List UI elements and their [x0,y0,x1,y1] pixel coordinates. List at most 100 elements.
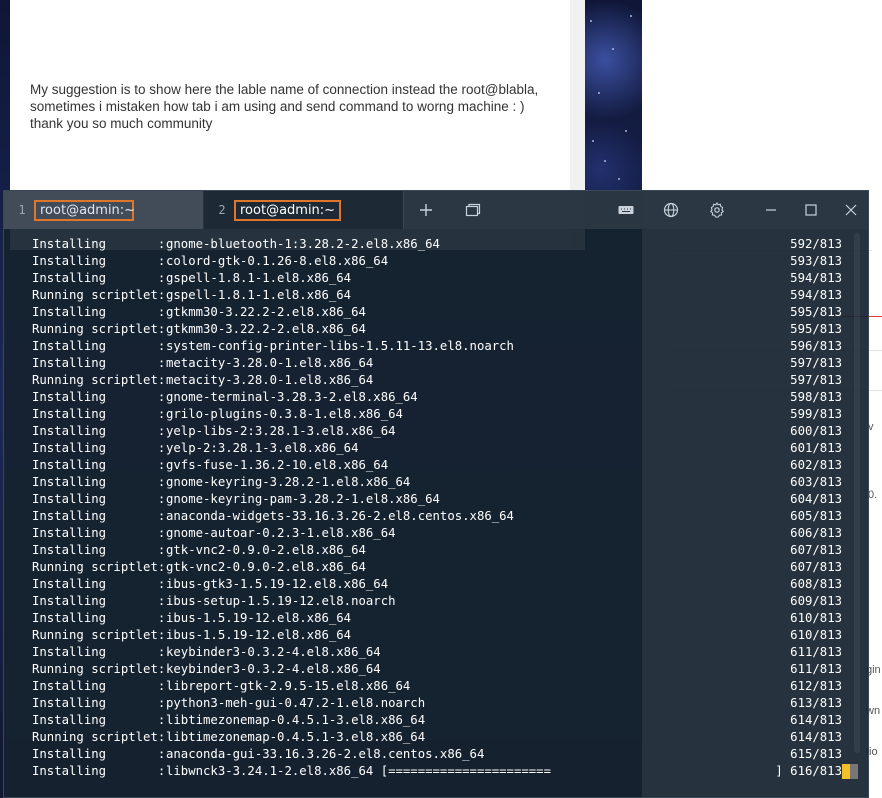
terminal-package: ibus-1.5.19-12.el8.x86_64 [166,628,352,642]
terminal-action: Installing : [32,696,166,710]
terminal-progress-count: 595/813 [790,322,842,336]
terminal-action: Installing : [32,390,166,404]
terminal-line: Installing : ibus-1.5.19-12.el8.x86_64 610… [32,610,842,627]
terminal-action: Installing : [32,475,166,489]
terminal-package: gnome-autoar-0.2.3-1.el8.x86_64 [166,526,396,540]
star [590,20,592,22]
terminal-action: Installing : [32,492,166,506]
terminal-action: Installing : [32,764,166,778]
terminal-progress-count: 592/813 [790,237,842,251]
terminal-package: ibus-gtk3-1.5.19-12.el8.x86_64 [166,577,389,591]
terminal-scrollbar[interactable] [854,233,860,753]
terminal-progress-count: 599/813 [790,407,842,421]
terminal-action: Installing : [32,679,166,693]
star [612,48,614,50]
terminal-package: gtkmm30-3.22.2-2.el8.x86_64 [166,305,366,319]
terminal-progress-count: 604/813 [790,492,842,506]
star [630,15,632,17]
terminal-package: gnome-bluetooth-1:3.28.2-2.el8.x86_64 [166,237,440,251]
terminal-progress-count: 613/813 [790,696,842,710]
terminal-tab-1[interactable]: 1 root@admin:~ [4,191,204,229]
star [625,130,627,132]
duplicate-tab-button[interactable] [456,191,490,229]
terminal-line: Installing : libreport-gtk-2.9.5-15.el8.x… [32,678,842,695]
terminal-progress-count: 594/813 [790,271,842,285]
tab-title: root@admin:~ [34,199,135,221]
close-button[interactable] [834,191,868,229]
terminal-line: Installing : gnome-keyring-pam-3.28.2-1.e… [32,491,842,508]
terminal-output[interactable]: Installing : gnome-bluetooth-1:3.28.2-2.e… [4,229,868,797]
terminal-progress-count: 610/813 [790,611,842,625]
forum-text-line: My suggestion is to show here the lable … [30,82,539,97]
terminal-action: Installing : [32,458,166,472]
terminal-action: Installing : [32,611,166,625]
star [598,92,600,94]
maximize-button[interactable] [794,191,828,229]
terminal-package: gtk-vnc2-0.9.0-2.el8.x86_64 [166,560,366,574]
terminal-package: keybinder3-0.3.2-4.el8.x86_64 [166,645,381,659]
terminal-progress-count: 593/813 [790,254,842,268]
terminal-line: Installing : metacity-3.28.0-1.el8.x86_64… [32,355,842,372]
terminal-tab-2[interactable]: 2 root@admin:~ [204,191,404,229]
terminal-line: Installing : libtimezonemap-0.4.5.1-3.el8… [32,712,842,729]
terminal-progress-count: 608/813 [790,577,842,591]
tab-title: root@admin:~ [234,199,342,221]
star [618,178,620,180]
terminal-package: gvfs-fuse-1.36.2-10.el8.x86_64 [166,458,389,472]
globe-button[interactable] [654,191,688,229]
terminal-progress-count: 597/813 [790,356,842,370]
keyboard-button[interactable] [609,191,643,229]
terminal-action: Installing : [32,339,166,353]
terminal-progress-count: 611/813 [790,662,842,676]
terminal-package: yelp-2:3.28.1-3.el8.x86_64 [166,441,359,455]
plus-icon [420,204,432,216]
new-tab-button[interactable] [409,191,443,229]
terminal-action: Running scriptlet: [32,628,166,642]
terminal-line: Installing : gnome-terminal-3.28.3-2.el8.… [32,389,842,406]
terminal-line: Installing : gtk-vnc2-0.9.0-2.el8.x86_64 6… [32,542,842,559]
terminal-progress-count: 610/813 [790,628,842,642]
terminal-action: Installing : [32,424,166,438]
terminal-cursor-shadow [850,764,858,779]
terminal-package: gnome-keyring-pam-3.28.2-1.el8.x86_64 [166,492,440,506]
settings-button[interactable] [700,191,734,229]
terminal-line: Installing : gnome-keyring-3.28.2-1.el8.x… [32,474,842,491]
terminal-cursor [842,764,850,779]
terminal-action: Installing : [32,254,166,268]
terminal-tab-bar: 1 root@admin:~ 2 root@admin:~ [4,191,868,229]
terminal-progress-count: 595/813 [790,305,842,319]
terminal-action: Running scriptlet: [32,560,166,574]
duplicate-tab-icon [465,203,481,217]
terminal-line: Installing : yelp-libs-2:3.28.1-3.el8.x86… [32,423,842,440]
terminal-line: Running scriptlet: keybinder3-0.3.2-4.el8… [32,661,842,678]
terminal-progress-count: 600/813 [790,424,842,438]
terminal-line: Installing : ibus-setup-1.5.19-12.el8.noa… [32,593,842,610]
terminal-progress-count: 611/813 [790,645,842,659]
close-icon [845,204,857,216]
terminal-package: libwnck3-3.24.1-2.el8.x86_64 [==========… [166,764,551,778]
terminal-package: metacity-3.28.0-1.el8.x86_64 [166,356,374,370]
terminal-window[interactable]: 1 root@admin:~ 2 root@admin:~ Installing… [3,190,869,798]
star [592,140,594,142]
terminal-action: Installing : [32,645,166,659]
terminal-action: Running scriptlet: [32,730,166,744]
terminal-action: Installing : [32,577,166,591]
terminal-package: ibus-setup-1.5.19-12.el8.noarch [166,594,396,608]
terminal-line: Running scriptlet: metacity-3.28.0-1.el8.… [32,372,842,389]
terminal-progress-count: 614/813 [790,713,842,727]
terminal-progress-count: 603/813 [790,475,842,489]
minimize-icon [766,209,776,211]
terminal-line: Installing : keybinder3-0.3.2-4.el8.x86_6… [32,644,842,661]
terminal-package: python3-meh-gui-0.47.2-1.el8.noarch [166,696,426,710]
minimize-button[interactable] [754,191,788,229]
terminal-package: gspell-1.8.1-1.el8.x86_64 [166,288,352,302]
terminal-line: Installing : libwnck3-3.24.1-2.el8.x86_64… [32,763,858,780]
terminal-action: Installing : [32,305,166,319]
terminal-package: libtimezonemap-0.4.5.1-3.el8.x86_64 [166,730,426,744]
terminal-action: Installing : [32,747,166,761]
terminal-action: Running scriptlet: [32,322,166,336]
terminal-package: keybinder3-0.3.2-4.el8.x86_64 [166,662,381,676]
terminal-package: gtkmm30-3.22.2-2.el8.x86_64 [166,322,366,336]
terminal-package: gtk-vnc2-0.9.0-2.el8.x86_64 [166,543,366,557]
terminal-package: colord-gtk-0.1.26-8.el8.x86_64 [166,254,389,268]
